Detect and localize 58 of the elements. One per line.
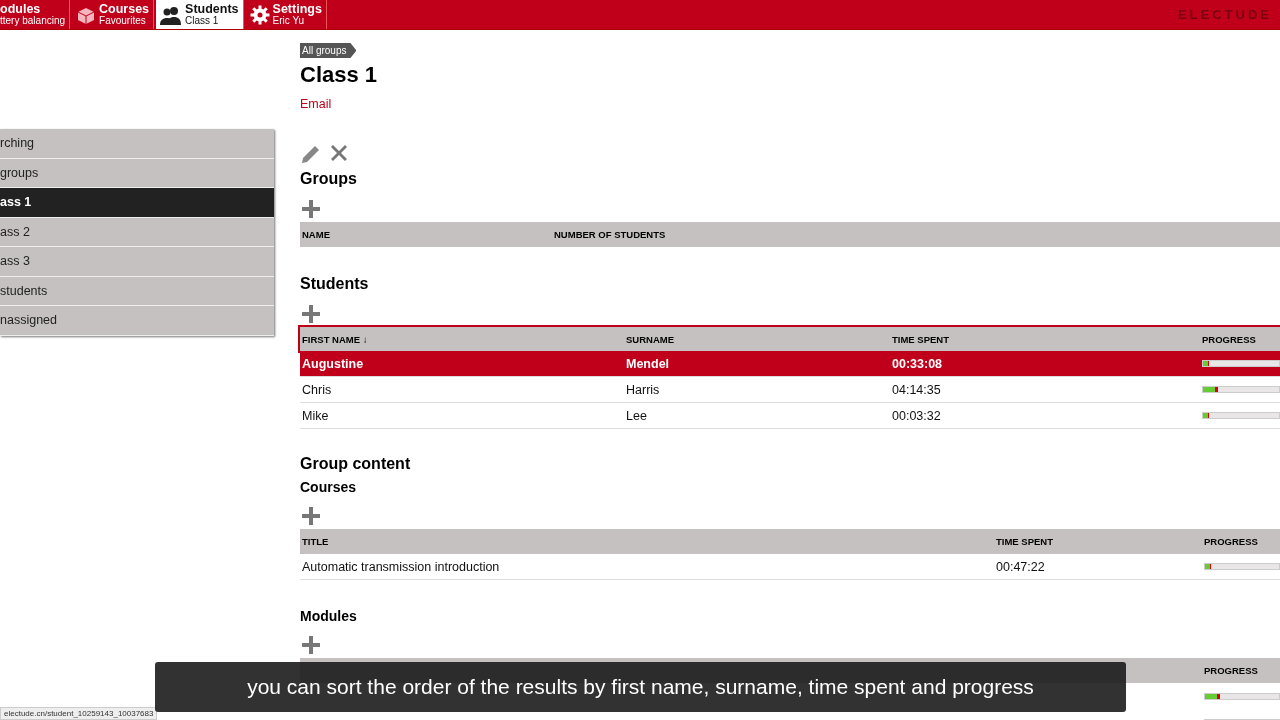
subsection-heading: Modules [300,608,358,624]
column-header[interactable]: FIRST NAME ↓ [302,333,626,345]
table-cell-text: 04:14:35 [892,382,942,397]
column-header[interactable]: NUMBER OF STUDENTS [554,229,1280,240]
tab-title: Settings [272,2,322,15]
table-cell-text: Mike [302,408,330,423]
column-header[interactable]: TIME SPENT [892,333,1202,345]
table-cell-text: Augustine [302,356,365,371]
section-heading: Students [300,275,370,293]
breadcrumb[interactable]: All groups [300,43,357,58]
table-cell-text: Automatic transmission introduction [302,559,501,574]
tab-subtitle: Class 1 [185,14,220,27]
sidebar-item[interactable]: students [0,276,274,306]
add-icon[interactable] [302,507,320,525]
table-cell-text: 00:47:22 [996,559,1046,574]
page-title: Class 1 [300,62,379,88]
add-icon[interactable] [302,305,320,323]
status-bar-url: electude.cn/student_10259143_10037683 [0,707,158,720]
tab-title: Students [185,2,239,15]
add-icon[interactable] [302,200,320,218]
table-cell-text: 00:03:32 [892,408,942,423]
table-cell-text: Mendel [626,356,671,371]
column-header[interactable]: SURNAME [626,333,892,345]
sidebar-item[interactable]: groups [0,158,274,188]
section-heading: Group content [300,455,412,473]
edit-icon[interactable] [300,144,322,164]
nav-tab[interactable]: odules ttery balancing [0,0,71,29]
table-cell-text: Chris [302,382,333,397]
column-header[interactable]: TIME SPENT [996,536,1204,547]
table-cell-text: 00:33:08 [892,356,944,371]
email-link[interactable]: Email [300,97,332,111]
tab-subtitle: Favourites [99,14,147,27]
table-cell-text: Lee [626,408,648,423]
section-heading: Groups [300,170,358,188]
sidebar-item[interactable]: ass 2 [0,217,274,247]
column-header[interactable]: PROGRESS [1204,536,1280,547]
column-header[interactable]: PROGRESS [1204,665,1280,676]
sidebar-item[interactable]: rching [0,129,274,159]
subsection-heading: Courses [300,479,358,495]
column-header[interactable]: TITLE [302,536,996,547]
sidebar-item[interactable]: ass 3 [0,247,274,277]
column-header[interactable]: NAME [302,229,554,240]
table-cell-text: Harris [626,382,661,397]
video-caption: you can sort the order of the results by first name, surname, time spent and progress [155,662,1126,712]
tab-subtitle: ttery balancing [0,14,66,27]
people-icon [160,4,183,25]
add-icon[interactable] [302,636,320,654]
tab-title: odules [0,2,42,15]
tab-subtitle: Eric Yu [272,14,305,27]
close-icon[interactable] [330,144,348,162]
tab-title: Courses [99,2,150,15]
table-row[interactable]: Augustine Mendel 00:33:08 [300,351,1280,377]
column-header[interactable]: PROGRESS [1202,333,1280,345]
sidebar-item[interactable]: ass 1 [0,188,274,218]
logo: ELECTUDE [1177,7,1272,22]
sidebar-item[interactable]: nassigned [0,306,274,336]
nav-tab[interactable]: Students Class 1 [156,0,244,29]
gear-icon [249,4,270,25]
